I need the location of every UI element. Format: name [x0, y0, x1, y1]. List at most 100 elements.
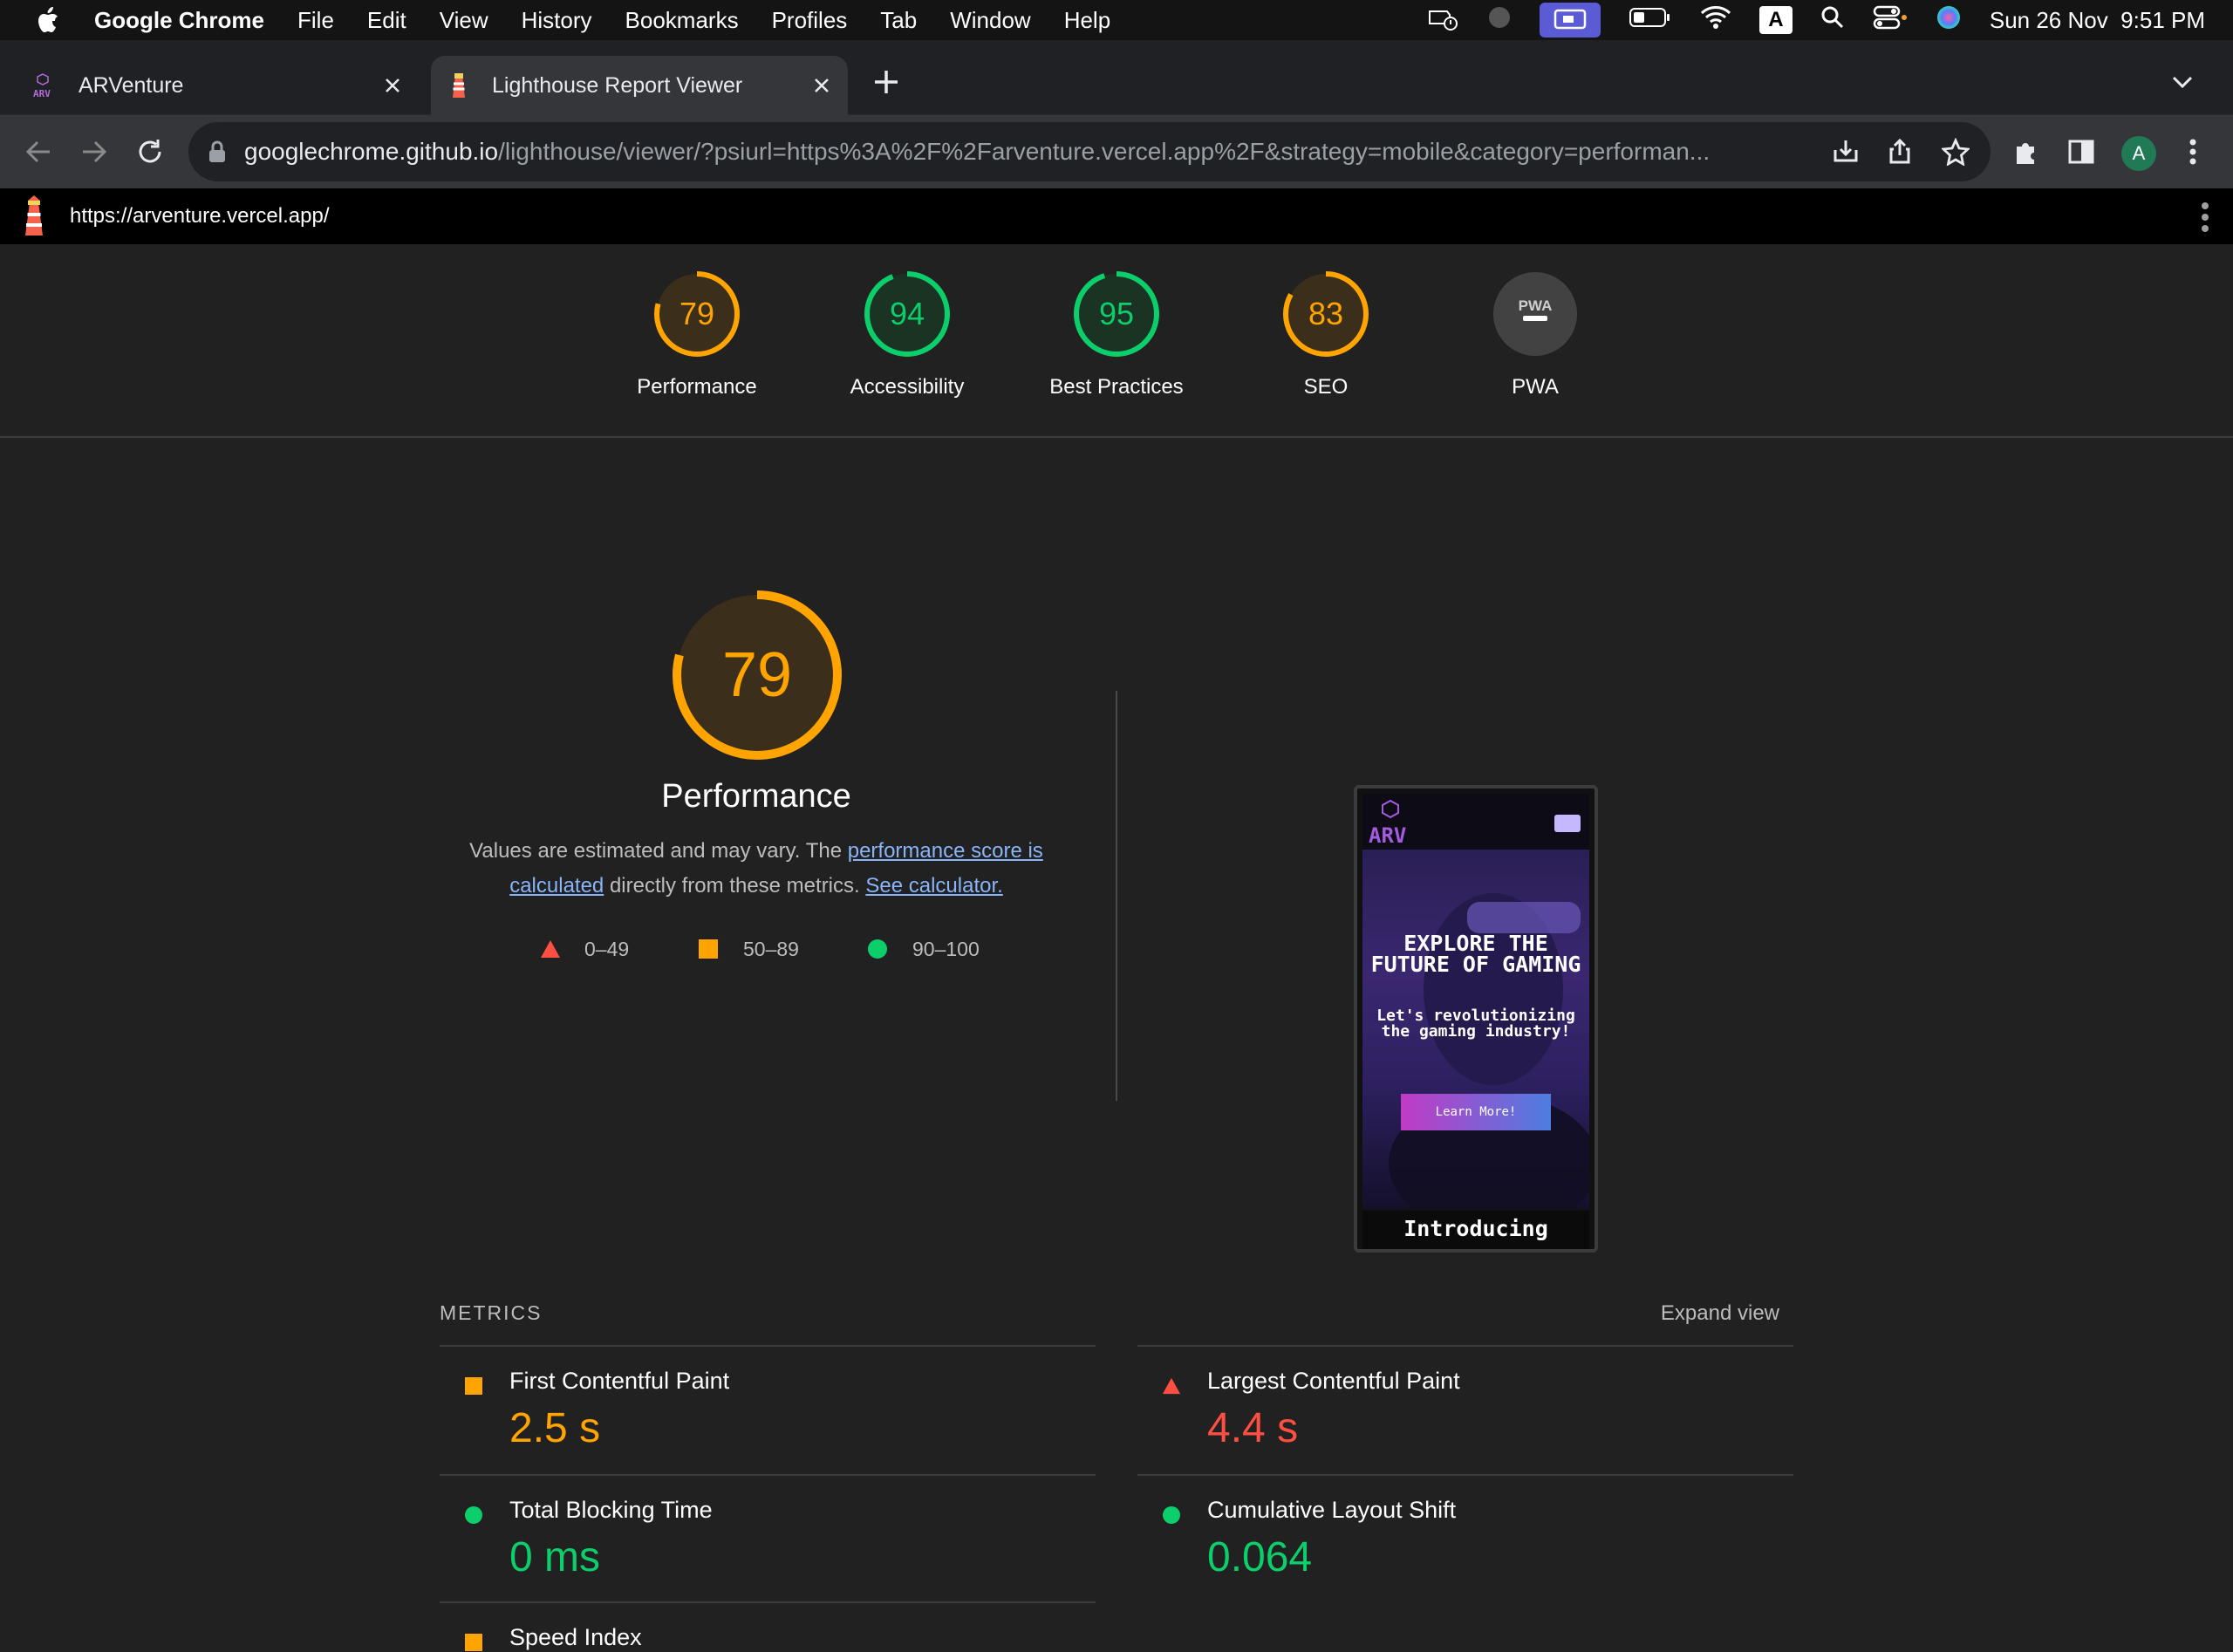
gauge-seo[interactable]: 83 SEO	[1239, 270, 1413, 399]
menu-view[interactable]: View	[440, 7, 488, 34]
spotlight-search-icon[interactable]	[1820, 5, 1845, 36]
red-triangle-icon	[541, 940, 560, 958]
metric-total-blocking-time: Total Blocking Time 0 ms	[440, 1474, 1096, 1603]
back-arrow-icon[interactable]	[21, 134, 56, 169]
see-calculator-link[interactable]: See calculator.	[865, 874, 1002, 898]
menu-profiles[interactable]: Profiles	[772, 7, 848, 34]
final-screenshot[interactable]: ARV EXPLORE THE FUTURE OF GAMING Let's r…	[1354, 785, 1598, 1253]
legend-range: 90–100	[912, 937, 980, 960]
legend-average: 50–89	[698, 933, 799, 965]
metric-name: Largest Contentful Paint	[1207, 1368, 1460, 1394]
tab-strip: ARV ARVenture Lighthouse Report Viewer	[0, 40, 2233, 115]
share-icon[interactable]	[1884, 136, 1915, 167]
menu-history[interactable]: History	[522, 7, 592, 34]
green-circle-icon	[465, 1506, 482, 1524]
desc-text: directly from these metrics.	[604, 874, 866, 898]
time-machine-icon[interactable]	[1424, 4, 1459, 37]
apple-menu-icon[interactable]	[33, 5, 61, 35]
arv-logo-icon: ARV	[1369, 799, 1406, 846]
side-panel-icon[interactable]	[2066, 136, 2097, 167]
more-vert-icon[interactable]	[2177, 136, 2209, 167]
extensions-puzzle-icon[interactable]	[2010, 136, 2041, 167]
menu-window[interactable]: Window	[950, 7, 1030, 34]
menu-edit[interactable]: Edit	[367, 7, 406, 34]
tab-search-chevron-down-icon[interactable]	[2167, 66, 2198, 98]
wifi-icon[interactable]	[1700, 5, 1731, 36]
gauge-best-practices[interactable]: 95 Best Practices	[1029, 270, 1204, 399]
address-bar[interactable]: googlechrome.github.io /lighthouse/viewe…	[188, 122, 1991, 181]
metric-name: Speed Index	[509, 1624, 642, 1650]
close-tab-icon[interactable]	[379, 72, 406, 99]
pwa-badge-text: PWA	[1519, 297, 1553, 314]
input-source-indicator[interactable]: A	[1758, 6, 1793, 34]
gauge-label: SEO	[1303, 375, 1349, 399]
legend-range: 0–49	[584, 937, 630, 960]
tab-title: Lighthouse Report Viewer	[492, 72, 743, 98]
url-host: googlechrome.github.io	[244, 138, 499, 165]
tab-title: ARVenture	[79, 72, 184, 98]
macos-menubar: Google Chrome File Edit View History Boo…	[0, 0, 2233, 40]
desc-text: Values are estimated and may vary. The	[469, 839, 848, 863]
forward-arrow-icon[interactable]	[77, 134, 112, 169]
tab-arventure[interactable]: ARV ARVenture	[17, 56, 419, 115]
menu-file[interactable]: File	[297, 7, 334, 34]
gauge-score: 79	[679, 296, 715, 331]
report-content: 79 Performance 94 Accessibility 95 Best …	[0, 244, 2233, 1651]
performance-score: 79	[721, 640, 793, 710]
vertical-divider	[1116, 691, 1117, 1101]
red-triangle-icon	[1162, 1377, 1181, 1395]
orange-square-icon	[699, 939, 718, 959]
orange-square-icon	[465, 1377, 482, 1395]
legend-pass: 90–100	[867, 933, 980, 965]
score-gauges: 79 Performance 94 Accessibility 95 Best …	[0, 244, 2233, 438]
install-app-icon[interactable]	[1830, 136, 1861, 167]
siri-icon[interactable]	[1936, 4, 1962, 37]
menubar-status-area: A Sun 26 Nov 9:51 PM	[1424, 0, 2233, 40]
metric-value: 0.064	[1207, 1534, 1313, 1580]
close-tab-icon[interactable]	[808, 72, 836, 99]
gauge-score: 83	[1308, 296, 1344, 331]
control-center-icon[interactable]	[1873, 5, 1908, 36]
menu-help[interactable]: Help	[1064, 7, 1110, 34]
site-subhead: Let's revolutionizing the gaming industr…	[1376, 1007, 1575, 1041]
bookmark-star-icon[interactable]	[1940, 136, 1971, 167]
expand-view-toggle[interactable]: Expand view	[1661, 1301, 1779, 1326]
menu-bookmarks[interactable]: Bookmarks	[625, 7, 739, 34]
lighthouse-logo-icon	[17, 195, 51, 237]
gauge-label: Best Practices	[1049, 375, 1184, 399]
gauge-pwa[interactable]: PWA PWA	[1448, 270, 1622, 399]
menubar-clock[interactable]: Sun 26 Nov 9:51 PM	[1990, 7, 2205, 34]
performance-big-gauge: 79	[668, 586, 846, 764]
site-header: ARV	[1362, 794, 1589, 850]
lighthouse-topbar: https://arventure.vercel.app/	[0, 188, 2233, 244]
new-tab-plus-icon[interactable]	[869, 65, 904, 99]
orange-square-icon	[465, 1634, 482, 1651]
report-menu-icon[interactable]	[2200, 201, 2210, 234]
metric-name: First Contentful Paint	[509, 1368, 730, 1394]
metric-value: 2.5 s	[509, 1405, 601, 1451]
gauge-label: PWA	[1512, 375, 1559, 399]
legend-range: 50–89	[743, 937, 799, 960]
learn-more-button: Learn More!	[1401, 1094, 1551, 1130]
reload-icon[interactable]	[133, 134, 167, 169]
lock-icon[interactable]	[208, 140, 227, 164]
metric-value: 4.4 s	[1207, 1405, 1299, 1451]
metric-cumulative-layout-shift: Cumulative Layout Shift 0.064	[1137, 1474, 1793, 1603]
report-url[interactable]: https://arventure.vercel.app/	[70, 204, 330, 229]
hamburger-menu-icon	[1554, 815, 1581, 832]
svg-text:ARV: ARV	[1369, 823, 1406, 846]
svg-text:ARV: ARV	[33, 88, 51, 99]
record-dot-icon[interactable]	[1487, 5, 1512, 36]
menubar-app-name[interactable]: Google Chrome	[94, 7, 264, 34]
screen-mirroring-icon[interactable]	[1539, 3, 1601, 38]
menu-tab[interactable]: Tab	[880, 7, 917, 34]
battery-icon[interactable]	[1629, 6, 1672, 35]
gauge-performance[interactable]: 79 Performance	[610, 270, 784, 399]
site-headline: EXPLORE THE FUTURE OF GAMING	[1370, 931, 1581, 977]
gauge-accessibility[interactable]: 94 Accessibility	[820, 270, 994, 399]
tab-lighthouse-report-viewer[interactable]: Lighthouse Report Viewer	[431, 56, 848, 115]
metrics-heading: METRICS	[440, 1301, 543, 1324]
gauge-label: Accessibility	[850, 375, 965, 399]
profile-avatar[interactable]: A	[2121, 136, 2156, 171]
metric-first-contentful-paint: First Contentful Paint 2.5 s	[440, 1345, 1096, 1474]
